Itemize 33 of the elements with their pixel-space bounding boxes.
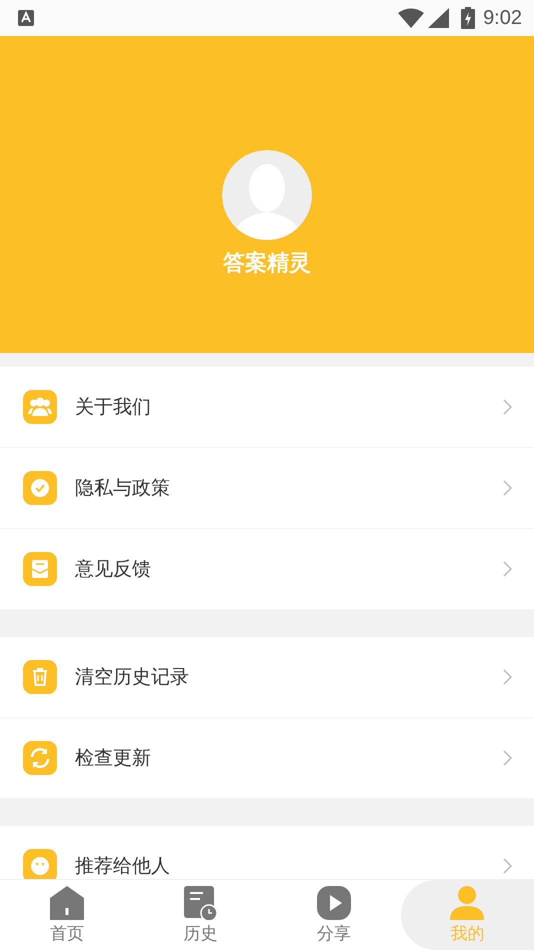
menu-row[interactable]: 清空历史记录 xyxy=(0,637,534,717)
menu-icon xyxy=(23,471,57,505)
menu-icon xyxy=(23,390,57,424)
play-icon xyxy=(316,886,351,920)
chevron-icon xyxy=(503,480,512,496)
home-icon xyxy=(50,886,84,920)
clock-time: 9:02 xyxy=(483,6,522,30)
keyboard-icon xyxy=(18,10,34,26)
menu-label: 隐私与政策 xyxy=(75,476,171,501)
chevron-icon xyxy=(503,750,512,766)
menu-label: 关于我们 xyxy=(75,395,152,420)
battery-icon xyxy=(461,7,476,29)
chevron-icon xyxy=(503,399,512,415)
menu-row[interactable]: 检查更新 xyxy=(0,717,534,798)
menu-label: 推荐给他人 xyxy=(75,854,171,879)
menu-icon xyxy=(23,552,57,586)
menu-icon xyxy=(23,741,57,775)
menu-row[interactable]: 关于我们 xyxy=(0,367,534,447)
menu-icon xyxy=(23,660,57,694)
chevron-icon xyxy=(503,669,512,685)
menu-row[interactable]: 意见反馈 xyxy=(0,528,534,609)
menu-label: 意见反馈 xyxy=(75,557,152,582)
user-name: 答案精灵 xyxy=(223,250,311,278)
document-clock-icon xyxy=(183,886,218,920)
menu-label: 清空历史记录 xyxy=(75,665,190,690)
signal-icon xyxy=(428,8,450,28)
chevron-icon xyxy=(503,858,512,874)
avatar-icon[interactable] xyxy=(222,150,312,240)
person-icon xyxy=(450,886,484,920)
menu-row[interactable]: 隐私与政策 xyxy=(0,447,534,528)
chevron-icon xyxy=(503,561,512,577)
menu-label: 检查更新 xyxy=(75,746,152,771)
wifi-icon xyxy=(398,8,424,28)
